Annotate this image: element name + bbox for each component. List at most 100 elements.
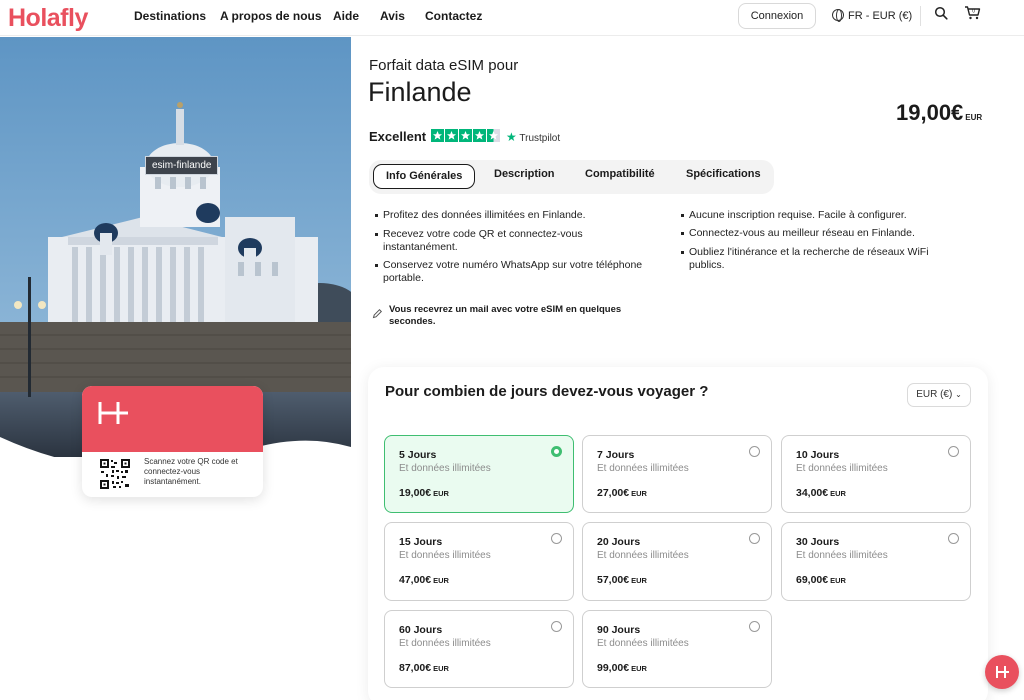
- product-subtitle: Forfait data eSIM pour: [369, 57, 519, 74]
- tab-description[interactable]: Description: [494, 168, 555, 180]
- nav-about-us[interactable]: A propos de nous: [220, 9, 322, 23]
- currency-dropdown[interactable]: EUR (€) ⌄: [907, 383, 971, 407]
- plan-price-value: 47,00€: [399, 574, 432, 586]
- plan-description: Et données illimitées: [597, 638, 689, 649]
- plan-description: Et données illimitées: [399, 550, 491, 561]
- feature-item: Aucune inscription requise. Facile à con…: [681, 209, 959, 222]
- language-currency-label: FR - EUR (€): [848, 10, 913, 22]
- plan-card-20-jours[interactable]: 20 Jours Et données illimitées 57,00€ EUR: [582, 522, 772, 601]
- tab-info-generales[interactable]: Info Générales: [373, 164, 476, 189]
- plan-card-60-jours[interactable]: 60 Jours Et données illimitées 87,00€ EUR: [384, 610, 574, 688]
- plan-description: Et données illimitées: [399, 463, 491, 474]
- trustpilot-stars-icon: [431, 129, 500, 142]
- plan-description: Et données illimitées: [796, 463, 888, 474]
- plan-name: 15 Jours: [399, 536, 443, 548]
- plan-name: 5 Jours: [399, 449, 437, 461]
- holafly-h-logo-icon: [98, 402, 128, 424]
- plan-card-10-jours[interactable]: 10 Jours Et données illimitées 34,00€ EUR: [781, 435, 971, 513]
- plan-price-value: 69,00€: [796, 574, 829, 586]
- plan-price-currency: EUR: [830, 576, 846, 585]
- nav-destinations[interactable]: Destinations: [134, 9, 206, 23]
- product-info-tabs: Info Générales Description Compatibilité…: [369, 160, 774, 194]
- chat-support-button[interactable]: [985, 655, 1019, 689]
- plan-description: Et données illimitées: [399, 638, 491, 649]
- plan-card-90-jours[interactable]: 90 Jours Et données illimitées 99,00€ EUR: [582, 610, 772, 688]
- qr-code-icon: [99, 458, 131, 490]
- trustpilot-badge[interactable]: ★ Trustpilot: [506, 130, 560, 144]
- feature-item: Recevez votre code QR et connectez-vous …: [375, 228, 623, 253]
- product-price: 19,00€ EUR: [896, 100, 982, 126]
- cart-icon[interactable]: 0: [964, 5, 981, 20]
- tab-compatibilite[interactable]: Compatibilité: [585, 168, 655, 180]
- feature-item: Conservez votre numéro WhatsApp sur votr…: [375, 259, 673, 284]
- holafly-logo[interactable]: Holafly: [8, 4, 88, 33]
- product-title: Finlande: [368, 77, 472, 107]
- login-button[interactable]: Connexion: [738, 3, 816, 29]
- plan-price-value: 27,00€: [597, 487, 630, 499]
- plan-radio[interactable]: [749, 446, 760, 457]
- product-price-value: 19,00€: [896, 100, 964, 125]
- feature-item: Profitez des données illimitées en Finla…: [375, 209, 643, 222]
- plan-price: 19,00€ EUR: [399, 487, 449, 499]
- holafly-h-chat-icon: [996, 666, 1009, 678]
- plan-name: 60 Jours: [399, 624, 443, 636]
- currency-dropdown-label: EUR (€): [916, 389, 953, 400]
- plan-price-currency: EUR: [631, 664, 647, 673]
- plan-price: 87,00€ EUR: [399, 662, 449, 674]
- plan-price: 69,00€ EUR: [796, 574, 846, 586]
- globe-icon: [832, 9, 844, 22]
- plan-card-5-jours[interactable]: 5 Jours Et données illimitées 19,00€ EUR: [384, 435, 574, 513]
- plan-radio[interactable]: [551, 533, 562, 544]
- plan-description: Et données illimitées: [597, 463, 689, 474]
- plan-price-currency: EUR: [631, 576, 647, 585]
- plan-description: Et données illimitées: [796, 550, 888, 561]
- tab-specifications[interactable]: Spécifications: [686, 168, 761, 180]
- nav-contact[interactable]: Contactez: [425, 9, 482, 23]
- plan-name: 20 Jours: [597, 536, 641, 548]
- plan-price: 57,00€ EUR: [597, 574, 647, 586]
- header-divider: [920, 6, 921, 26]
- plan-price-value: 87,00€: [399, 662, 432, 674]
- chevron-down-icon: ⌄: [955, 390, 962, 399]
- pencil-icon: [372, 308, 383, 319]
- plan-card-30-jours[interactable]: 30 Jours Et données illimitées 69,00€ EUR: [781, 522, 971, 601]
- trustpilot-label: Trustpilot: [519, 133, 561, 144]
- plan-card-7-jours[interactable]: 7 Jours Et données illimitées 27,00€ EUR: [582, 435, 772, 513]
- plan-price-currency: EUR: [830, 489, 846, 498]
- plan-name: 7 Jours: [597, 449, 635, 461]
- trustpilot-star-icon: ★: [506, 130, 517, 144]
- plan-radio[interactable]: [948, 446, 959, 457]
- plan-name: 30 Jours: [796, 536, 840, 548]
- plan-radio[interactable]: [551, 621, 562, 632]
- plan-price-currency: EUR: [433, 489, 449, 498]
- feature-item: Oubliez l'itinérance et la recherche de …: [681, 246, 959, 271]
- plan-price-value: 34,00€: [796, 487, 829, 499]
- nav-reviews[interactable]: Avis: [380, 9, 405, 23]
- plan-price: 47,00€ EUR: [399, 574, 449, 586]
- plan-radio[interactable]: [749, 533, 760, 544]
- plan-description: Et données illimitées: [597, 550, 689, 561]
- rating-label: Excellent: [369, 129, 427, 144]
- top-navigation-bar: Holafly Destinations A propos de nous Ai…: [0, 0, 1024, 36]
- plan-card-15-jours[interactable]: 15 Jours Et données illimitées 47,00€ EUR: [384, 522, 574, 601]
- plan-price-currency: EUR: [631, 489, 647, 498]
- language-currency-selector[interactable]: FR - EUR (€): [832, 9, 912, 22]
- plan-name: 10 Jours: [796, 449, 840, 461]
- plan-price: 34,00€ EUR: [796, 487, 846, 499]
- plan-radio[interactable]: [749, 621, 760, 632]
- plan-price-currency: EUR: [433, 664, 449, 673]
- plan-price: 99,00€ EUR: [597, 662, 647, 674]
- plan-price-value: 99,00€: [597, 662, 630, 674]
- nav-help[interactable]: Aide: [333, 9, 359, 23]
- plan-name: 90 Jours: [597, 624, 641, 636]
- plan-radio[interactable]: [948, 533, 959, 544]
- plan-price: 27,00€ EUR: [597, 487, 647, 499]
- feature-item: Connectez-vous au meilleur réseau en Fin…: [681, 227, 959, 240]
- qr-card-text: Scannez votre QR code et connectez-vous …: [144, 457, 238, 486]
- plan-price-value: 57,00€: [597, 574, 630, 586]
- email-notice: Vous recevrez un mail avec votre eSIM en…: [389, 304, 622, 327]
- hero-image-tag: esim-finlande: [145, 156, 219, 175]
- product-price-currency: EUR: [965, 113, 983, 122]
- search-icon[interactable]: [934, 6, 948, 20]
- plan-radio-selected[interactable]: [551, 446, 562, 457]
